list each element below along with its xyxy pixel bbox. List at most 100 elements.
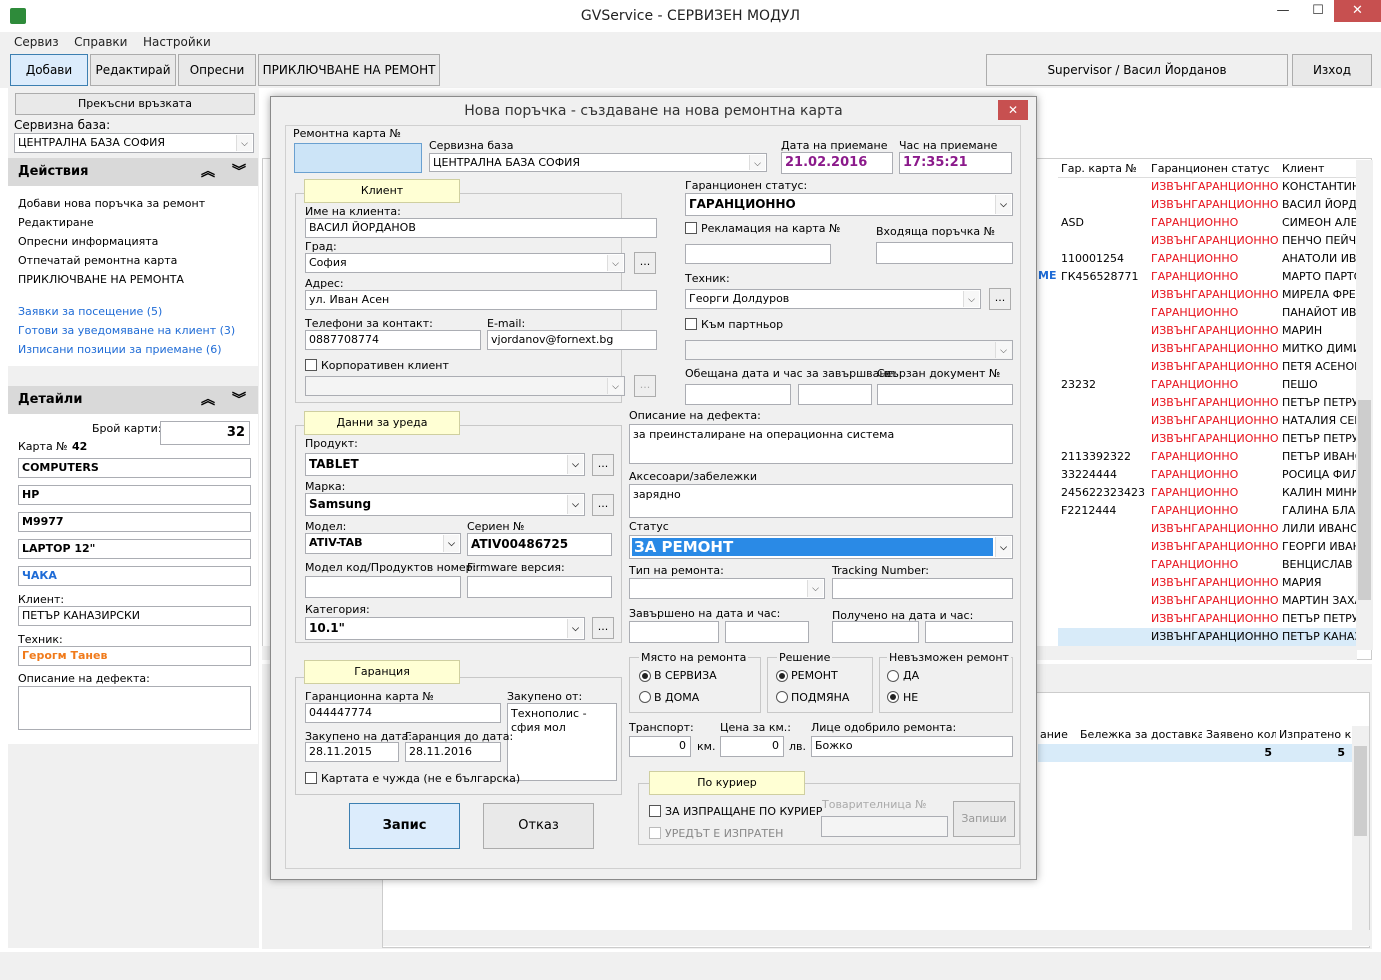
defect-field[interactable]: за преинсталиране на операционна система [629, 424, 1013, 464]
add-button[interactable]: Добави [10, 54, 88, 86]
save-button[interactable]: Запис [349, 803, 460, 849]
table-row[interactable]: ИЗВЪНГАРАНЦИОННО МИРЕЛА ФРЕН [1058, 286, 1358, 304]
promised-date-field[interactable] [685, 384, 791, 405]
model-select[interactable]: ATIV-TAB ⌵ [305, 533, 461, 554]
table-row[interactable]: ИЗВЪНГАРАНЦИОННОПЕТЪР ПЕТРУН [1058, 394, 1358, 412]
menu-reports[interactable]: Справки [68, 32, 133, 52]
lower-grid-row[interactable]: 5 5 [1038, 744, 1353, 762]
table-row[interactable]: ИЗВЪНГАРАНЦИОННОГЕОРГИ ИВАНО [1058, 538, 1358, 556]
collapse-up-icon[interactable]: ︽ [201, 386, 215, 414]
decision-repair-radio[interactable] [776, 670, 788, 682]
table-row[interactable]: 33224444 ГАРАНЦИОННО РОСИЦА ФИЛИ [1058, 466, 1358, 484]
partner-checkbox[interactable] [685, 318, 697, 330]
disconnect-button[interactable]: Прекъсни връзката [15, 93, 255, 115]
approver-field[interactable]: Божко [811, 736, 1013, 757]
expand-down-icon[interactable]: ︾ [232, 158, 246, 186]
table-row[interactable]: ГАРАНЦИОННО ВЕНЦИСЛАВ С [1058, 556, 1358, 574]
table-row[interactable]: ГАРАНЦИОННО ПАНАЙОТ ИВА [1058, 304, 1358, 322]
dialog-close-button[interactable]: ✕ [998, 100, 1028, 120]
impossible-no-radio[interactable] [887, 691, 899, 703]
link-written-off[interactable]: Изписани позиции за приемане (6) [18, 343, 222, 356]
table-row[interactable]: 23232 ГАРАНЦИОННО ПЕШО [1058, 376, 1358, 394]
card-no-field[interactable] [294, 143, 422, 173]
table-row[interactable]: ИЗВЪНГАРАНЦИОННО МАРИН [1058, 322, 1358, 340]
table-row[interactable]: ИЗВЪНГАРАНЦИОННО ПЕТЪР КАНАЗ [1058, 628, 1358, 646]
table-row[interactable]: ИЗВЪНГАРАНЦИОННО ПЕТЯ АСЕНОВ [1058, 358, 1358, 376]
completed-time-field[interactable] [725, 621, 809, 643]
warranty-status-select[interactable]: ГАРАНЦИОННО ⌵ [685, 193, 1013, 216]
table-row[interactable]: 110001254 ГАРАНЦИОННО АНАТОЛИ ИВА [1058, 250, 1358, 268]
table-row[interactable]: ИЗВЪНГАРАНЦИОННОВАСИЛ ЙОРДА [1058, 196, 1358, 214]
courier-save-button[interactable]: Запиши [953, 801, 1015, 837]
exit-button[interactable]: Изход [1292, 54, 1372, 86]
status-select[interactable]: ЗА РЕМОНТ ⌵ [629, 535, 1013, 559]
client-name-field[interactable]: ВАСИЛ ЙОРДАНОВ [305, 218, 657, 238]
column-header[interactable]: Гаранционен статус [1151, 160, 1279, 178]
repair-type-select[interactable]: ⌵ [629, 578, 825, 599]
collapse-up-icon[interactable]: ︽ [201, 158, 215, 186]
completed-date-field[interactable] [629, 621, 719, 643]
category-browse-button[interactable]: ... [592, 617, 614, 639]
warranty-until-field[interactable]: 28.11.2016 [405, 742, 501, 762]
minimize-button[interactable]: — [1265, 0, 1301, 22]
price-field[interactable]: 0 [720, 736, 784, 757]
table-row[interactable]: ИЗВЪНГАРАНЦИОННО ПЕНЧО ПЕЙЧЕ [1058, 232, 1358, 250]
lower-hscrollbar[interactable] [383, 930, 1370, 946]
decision-replace-radio[interactable] [776, 691, 788, 703]
product-select[interactable]: TABLET ⌵ [305, 453, 585, 476]
bought-date-field[interactable]: 28.11.2015 [305, 742, 399, 762]
column-header[interactable]: Клиент [1282, 160, 1356, 178]
link-visit-requests[interactable]: Заявки за посещение (5) [18, 305, 162, 318]
model-code-field[interactable] [305, 576, 461, 598]
column-header[interactable]: Изпратено кол. [1279, 726, 1351, 744]
technician-browse-button[interactable]: ... [989, 288, 1011, 310]
table-row[interactable]: ГК456528771 ГАРАНЦИОННО МАРТО ПАРТО [1058, 268, 1358, 286]
table-row[interactable]: ИЗВЪНГАРАНЦИОННО НАТАЛИЯ СЕИ [1058, 412, 1358, 430]
serial-field[interactable]: ATIV00486725 [467, 533, 612, 556]
received-date-field[interactable] [832, 621, 919, 643]
expand-down-icon[interactable]: ︾ [232, 386, 246, 414]
table-row[interactable]: 2113392322 ГАРАНЦИОННО ПЕТЪР ИВАНО [1058, 448, 1358, 466]
table-row[interactable]: ИЗВЪНГАРАНЦИОННОЛИЛИ ИВАНОВ [1058, 520, 1358, 538]
service-base-select[interactable]: ЦЕНТРАЛНА БАЗА СОФИЯ ⌵ [14, 133, 254, 153]
table-row[interactable]: ИЗВЪНГАРАНЦИОННО КОНСТАНТИН [1058, 178, 1358, 196]
scroll-thumb[interactable] [1354, 746, 1367, 836]
service-base-select[interactable]: ЦЕНТРАЛНА БАЗА СОФИЯ ⌵ [429, 153, 767, 172]
table-row[interactable]: ИЗВЪНГАРАНЦИОННОПЕТЪР ПЕТРУН [1058, 430, 1358, 448]
table-row[interactable]: ИЗВЪНГАРАНЦИОННО МАРТИН ЗАХА [1058, 592, 1358, 610]
window-close-button[interactable]: ✕ [1334, 0, 1381, 22]
received-time-field[interactable] [925, 621, 1013, 643]
link-ready-notify[interactable]: Готови за уведомяване на клиент (3) [18, 324, 235, 337]
grid-scrollbar[interactable] [1356, 160, 1373, 650]
edit-button[interactable]: Редактирай [90, 54, 176, 86]
city-select[interactable]: София ⌵ [305, 253, 625, 273]
table-row[interactable]: ИЗВЪНГАРАНЦИОННО МИТКО ДИМИ [1058, 340, 1358, 358]
action-finish-repair[interactable]: ПРИКЛЮЧВАНЕ НА РЕМОНТА [18, 273, 184, 286]
table-row[interactable]: ИЗВЪНГАРАНЦИОННОПЕТЪР ПЕТРУН [1058, 610, 1358, 628]
technician-select[interactable]: Георги Долдуров ⌵ [685, 289, 981, 309]
corporate-select[interactable]: ⌵ [305, 376, 625, 396]
city-browse-button[interactable]: ... [634, 252, 656, 274]
corporate-checkbox[interactable] [305, 359, 317, 371]
accessories-field[interactable]: зарядно [629, 484, 1013, 518]
category-select[interactable]: 10.1" ⌵ [305, 617, 585, 640]
transport-field[interactable]: 0 [629, 736, 691, 757]
date-field[interactable]: 21.02.2016 [781, 152, 893, 174]
firmware-field[interactable] [467, 576, 612, 598]
menu-settings[interactable]: Настройки [137, 32, 217, 52]
waybill-field[interactable] [821, 816, 948, 837]
reclamation-checkbox[interactable] [685, 222, 697, 234]
menu-service[interactable]: Сервиз [8, 32, 65, 52]
brand-select[interactable]: Samsung ⌵ [305, 493, 585, 516]
courier-send-checkbox[interactable] [649, 805, 661, 817]
foreign-card-checkbox[interactable] [305, 772, 317, 784]
action-refresh[interactable]: Опресни информацията [18, 235, 158, 248]
column-header[interactable]: Бележка за доставка [1080, 726, 1202, 744]
column-header[interactable]: Гар. карта № [1061, 160, 1147, 178]
impossible-yes-radio[interactable] [887, 670, 899, 682]
address-field[interactable]: ул. Иван Асен [305, 290, 657, 310]
tracking-field[interactable] [832, 578, 1013, 599]
action-edit[interactable]: Редактиране [18, 216, 94, 229]
table-row[interactable]: F2212444 ГАРАНЦИОННО ГАЛИНА БЛАН [1058, 502, 1358, 520]
phone-field[interactable]: 0887708774 [305, 330, 481, 350]
